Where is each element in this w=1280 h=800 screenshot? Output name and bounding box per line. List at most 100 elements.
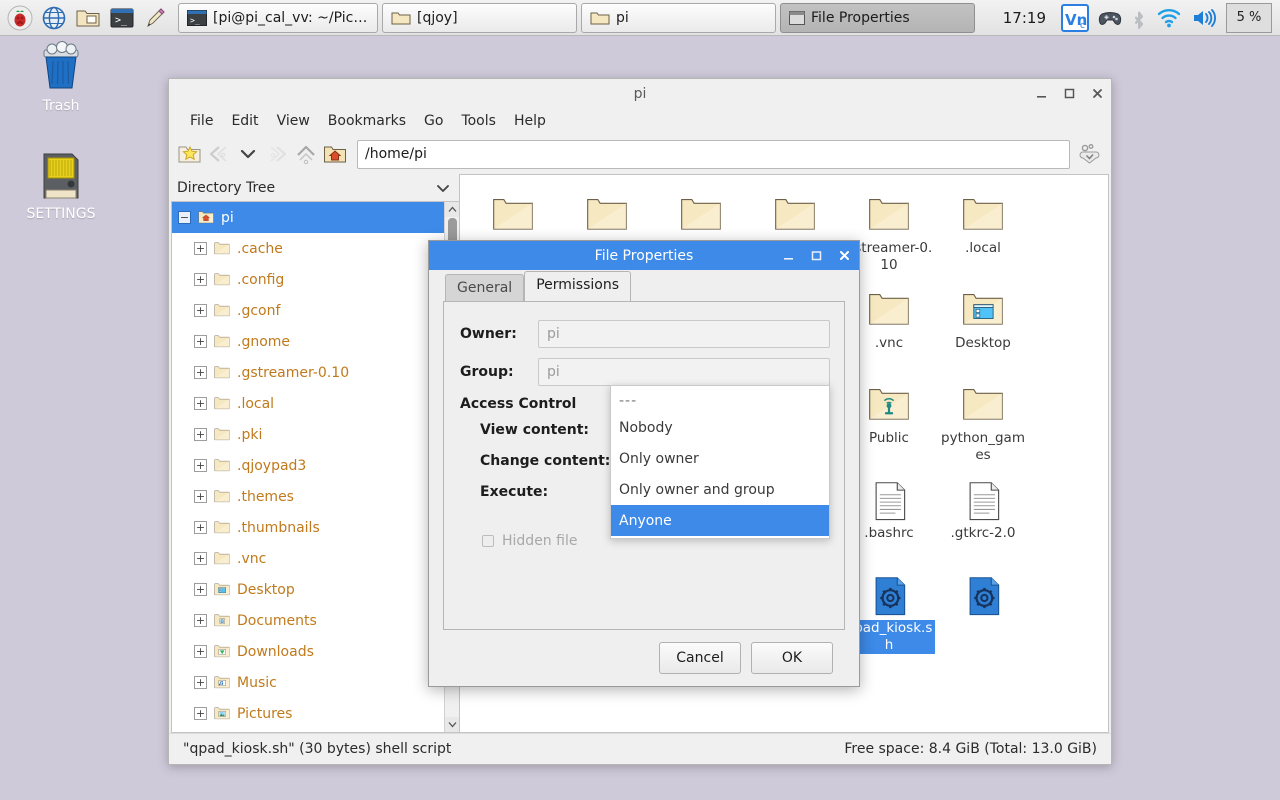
minimize-icon[interactable] (1034, 86, 1049, 101)
taskbar-window-file-properties[interactable]: File Properties (780, 3, 975, 33)
menu-bookmarks[interactable]: Bookmarks (319, 110, 415, 132)
file-item[interactable] (936, 563, 1030, 658)
dropdown-option--[interactable]: --- (611, 390, 829, 412)
scroll-down-icon[interactable] (445, 717, 459, 732)
tree-item-Downloads[interactable]: +Downloads (172, 636, 444, 667)
tree-item-dot-qjoypad3[interactable]: + .qjoypad3 (172, 450, 444, 481)
tree-item-dot-vnc[interactable]: +.vnc (172, 543, 444, 574)
desktop-icon-label: Trash (6, 98, 116, 114)
tree-item-dot-cache[interactable]: +.cache (172, 233, 444, 264)
dialog-close-icon[interactable] (837, 249, 851, 263)
taskbar-window-pi[interactable]: pi (581, 3, 776, 33)
history-dropdown-icon[interactable] (235, 141, 261, 167)
up-arrow-icon[interactable] (293, 141, 319, 167)
desktop-icon-settings[interactable]: SETTINGS (6, 146, 116, 222)
scroll-up-icon[interactable] (445, 202, 459, 217)
tree-item-dot-gconf[interactable]: +.gconf (172, 295, 444, 326)
group-field[interactable]: pi (538, 358, 830, 386)
file-item-dot-gtkrc-2-0[interactable]: .gtkrc-2.0 (936, 468, 1030, 563)
owner-field[interactable]: pi (538, 320, 830, 348)
expand-icon[interactable]: + (194, 366, 207, 379)
expand-icon[interactable]: + (194, 521, 207, 534)
tree-item-Documents[interactable]: +Documents (172, 605, 444, 636)
wifi-icon[interactable] (1156, 7, 1182, 29)
dropdown-option-nobody[interactable]: Nobody (611, 412, 829, 443)
expand-icon[interactable]: + (194, 490, 207, 503)
collapse-icon[interactable]: − (178, 211, 191, 224)
file-item-dot-local[interactable]: .local (936, 183, 1030, 278)
expand-icon[interactable]: + (194, 552, 207, 565)
chevron-down-icon[interactable] (435, 180, 451, 196)
expand-icon[interactable]: + (194, 676, 207, 689)
tree-item-dot-config[interactable]: +.config (172, 264, 444, 295)
tree-item-dot-thumbnails[interactable]: +.thumbnails (172, 512, 444, 543)
bookmark-folder-icon[interactable] (177, 141, 203, 167)
file-item-Desktop[interactable]: Desktop (936, 278, 1030, 373)
dropdown-option-only-owner-and-group[interactable]: Only owner and group (611, 474, 829, 505)
permission-dropdown-menu[interactable]: ---NobodyOnly ownerOnly owner and groupA… (610, 385, 830, 539)
forward-arrow-icon[interactable] (264, 141, 290, 167)
tree-item-dot-local[interactable]: +.local (172, 388, 444, 419)
expand-icon[interactable]: + (194, 273, 207, 286)
sidebar-header[interactable]: Directory Tree (171, 174, 459, 201)
tab-permissions[interactable]: Permissions (524, 271, 631, 301)
tree-item-dot-gstreamer-0-10[interactable]: +.gstreamer-0.10 (172, 357, 444, 388)
cpu-monitor[interactable]: 5 % (1226, 3, 1272, 33)
maximize-icon[interactable] (1062, 86, 1077, 101)
menu-go[interactable]: Go (415, 110, 452, 132)
volume-icon[interactable] (1191, 7, 1217, 29)
gamepad-icon[interactable] (1098, 8, 1122, 28)
file-manager-icon[interactable] (74, 4, 102, 32)
menu-file[interactable]: File (181, 110, 222, 132)
desktop-icon-trash[interactable]: Trash (6, 38, 116, 114)
dropdown-option-anyone[interactable]: Anyone (611, 505, 829, 536)
menu-help[interactable]: Help (505, 110, 555, 132)
cancel-button[interactable]: Cancel (659, 642, 741, 674)
hidden-file-checkbox[interactable] (482, 535, 494, 547)
expand-icon[interactable]: + (194, 428, 207, 441)
directory-tree[interactable]: −pi+.cache+.config+.gconf+.gnome+.gstrea… (172, 202, 444, 732)
taskbar-window-qjoy[interactable]: [qjoy] (382, 3, 577, 33)
tree-item-Music[interactable]: +Music (172, 667, 444, 698)
menu-tools[interactable]: Tools (452, 110, 505, 132)
dialog-maximize-icon[interactable] (809, 249, 823, 263)
path-input[interactable]: /home/pi (357, 140, 1070, 169)
expand-icon[interactable]: + (194, 242, 207, 255)
terminal-icon[interactable]: >_ (108, 4, 136, 32)
tree-item-label: .qjoypad3 (237, 458, 306, 474)
expand-icon[interactable]: + (194, 645, 207, 658)
expand-icon[interactable]: + (194, 459, 207, 472)
tree-item-pi[interactable]: −pi (172, 202, 444, 233)
folder-icon (678, 195, 724, 237)
expand-icon[interactable]: + (194, 335, 207, 348)
menu-view[interactable]: View (268, 110, 319, 132)
taskbar-window-terminal[interactable]: >_ [pi@pi_cal_vv: ~/Pic… (178, 3, 378, 33)
tab-general[interactable]: General (445, 274, 524, 302)
text-editor-icon[interactable] (142, 4, 170, 32)
expand-icon[interactable]: + (194, 304, 207, 317)
expand-icon[interactable]: + (194, 707, 207, 720)
file-item-python-games[interactable]: python_games (936, 373, 1030, 468)
expand-icon[interactable]: + (194, 583, 207, 596)
home-folder-icon[interactable] (322, 141, 348, 167)
folder-icon (866, 195, 912, 237)
bluetooth-icon[interactable] (1131, 6, 1147, 30)
tree-item-Desktop[interactable]: +Desktop (172, 574, 444, 605)
tree-item-Pictures[interactable]: +Pictures (172, 698, 444, 729)
tree-item-dot-gnome[interactable]: +.gnome (172, 326, 444, 357)
tree-item-dot-pki[interactable]: +.pki (172, 419, 444, 450)
globe-browser-icon[interactable] (40, 4, 68, 32)
expand-icon[interactable]: + (194, 397, 207, 410)
close-icon[interactable] (1090, 86, 1105, 101)
dropdown-option-only-owner[interactable]: Only owner (611, 443, 829, 474)
raspberry-menu-icon[interactable] (6, 4, 34, 32)
view-options-icon[interactable] (1077, 141, 1103, 167)
ok-button[interactable]: OK (751, 642, 833, 674)
clock[interactable]: 17:19 (997, 9, 1052, 27)
tree-item-dot-themes[interactable]: +.themes (172, 481, 444, 512)
back-arrow-icon[interactable] (206, 141, 232, 167)
menu-edit[interactable]: Edit (222, 110, 267, 132)
expand-icon[interactable]: + (194, 614, 207, 627)
dialog-minimize-icon[interactable] (781, 249, 795, 263)
vnc-icon[interactable]: Vn c (1061, 4, 1089, 32)
